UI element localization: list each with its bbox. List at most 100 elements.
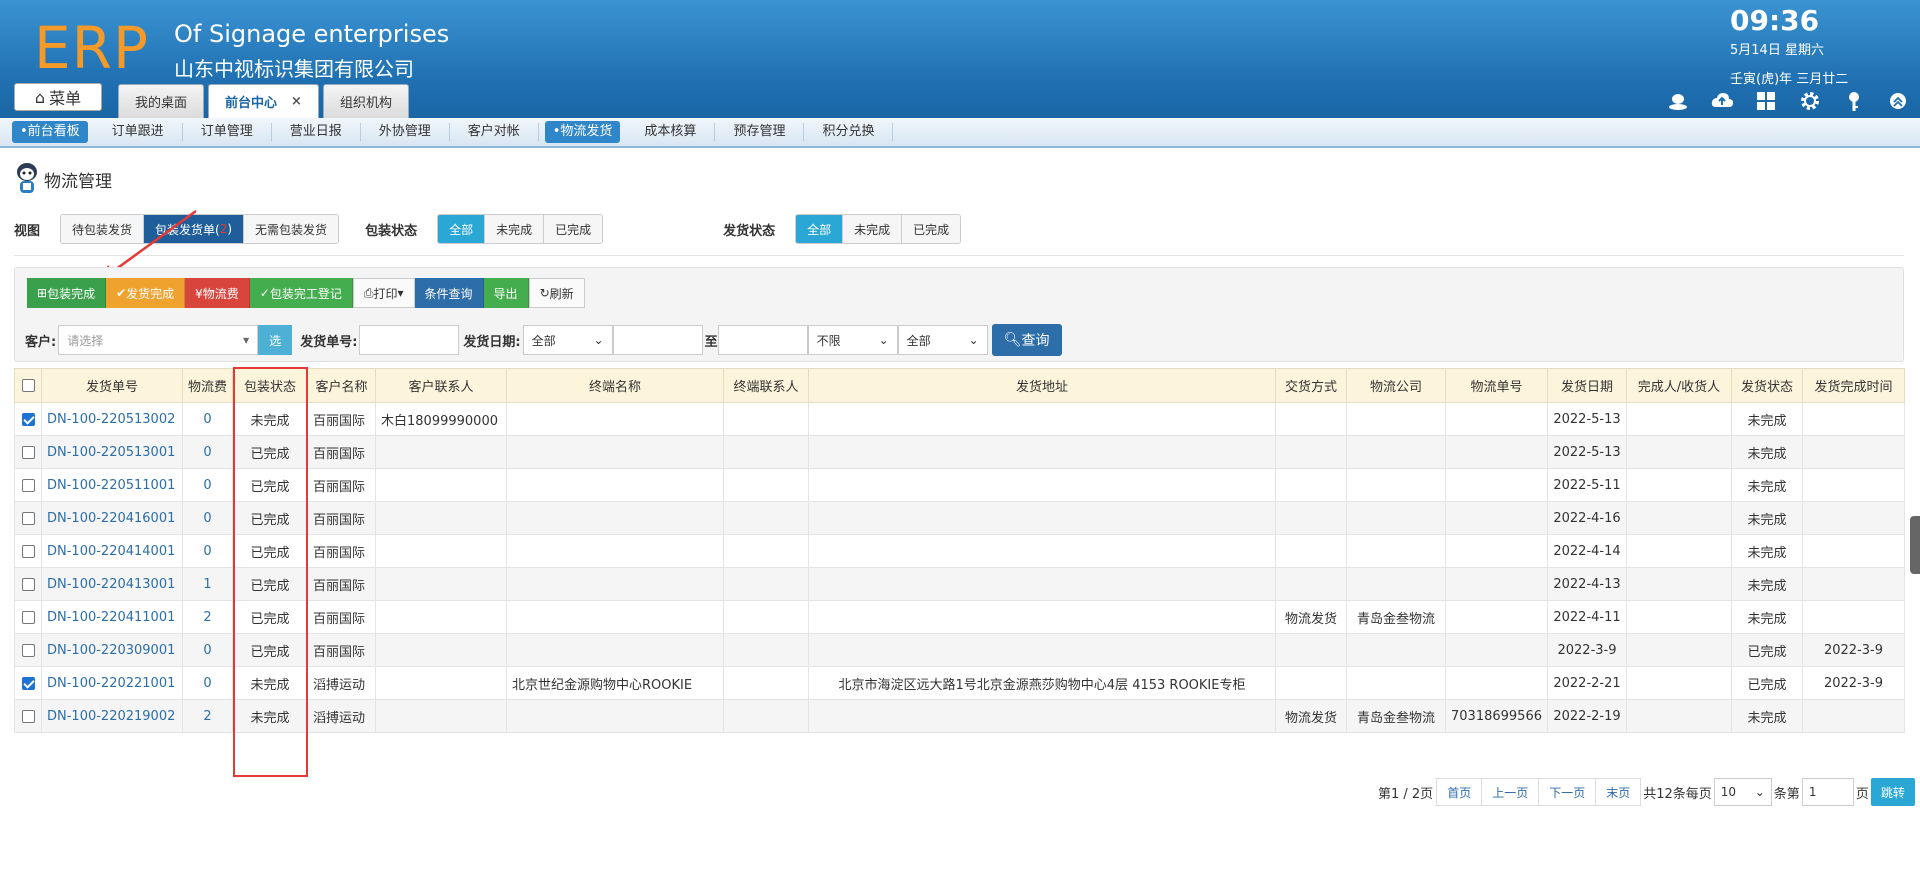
row-checkbox[interactable]: [21, 445, 35, 459]
cloud-upload-icon[interactable]: [1710, 90, 1734, 114]
cell-no[interactable]: DN-100-220219002: [41, 699, 183, 733]
cell-no[interactable]: DN-100-220413001: [41, 567, 183, 601]
all-select[interactable]: 全部 ⌄: [897, 325, 988, 355]
row-checkbox[interactable]: [21, 544, 35, 558]
col-customer[interactable]: 客户名称: [307, 368, 376, 403]
select-all-checkbox[interactable]: [21, 379, 35, 392]
date-from-input[interactable]: [612, 325, 703, 355]
subnav-cost[interactable]: 成本核算: [626, 123, 716, 141]
row-checkbox[interactable]: [21, 511, 35, 525]
row-checkbox-cell[interactable]: [14, 699, 42, 733]
key-icon[interactable]: [1842, 90, 1866, 114]
print-button[interactable]: ⎙ 打印 ▾: [352, 278, 415, 308]
col-date[interactable]: 发货日期: [1547, 368, 1627, 403]
cell-no[interactable]: DN-100-220511001: [41, 468, 183, 502]
row-checkbox-cell[interactable]: [14, 468, 42, 502]
cell-no[interactable]: DN-100-220309001: [41, 633, 183, 667]
customer-pick-button[interactable]: 选: [258, 325, 293, 355]
page-number-input[interactable]: 1: [1801, 778, 1854, 806]
cell-no[interactable]: DN-100-220513001: [41, 435, 183, 469]
row-checkbox[interactable]: [21, 478, 35, 492]
col-receiver[interactable]: 完成人/收货人: [1626, 368, 1732, 403]
row-checkbox[interactable]: [21, 709, 35, 723]
apps-icon[interactable]: [1754, 90, 1778, 114]
date-to-input[interactable]: [717, 325, 808, 355]
cell-no[interactable]: DN-100-220411001: [41, 600, 183, 634]
col-address[interactable]: 发货地址: [808, 368, 1276, 403]
col-order-no[interactable]: 发货单号: [41, 368, 183, 403]
col-fee[interactable]: 物流费: [182, 368, 233, 403]
last-page-button[interactable]: 末页: [1595, 778, 1642, 806]
subnav-outsourcing[interactable]: 外协管理: [361, 123, 450, 141]
first-page-button[interactable]: 首页: [1436, 778, 1483, 806]
query-button[interactable]: 🔍︎ 查询: [991, 324, 1062, 356]
cell-no[interactable]: DN-100-220221001: [41, 666, 183, 700]
cell-no[interactable]: DN-100-220414001: [41, 534, 183, 568]
pack-complete-button[interactable]: ⊞ 包装完成: [27, 278, 107, 308]
jump-button[interactable]: 跳转: [1870, 778, 1915, 806]
ship-complete-button[interactable]: ✔ 发货完成: [106, 278, 186, 308]
row-checkbox-cell[interactable]: [14, 567, 42, 601]
limit-select[interactable]: 不限 ⌄: [807, 325, 898, 355]
subnav-logistics[interactable]: •物流发货: [544, 121, 621, 143]
pack-status-complete[interactable]: 已完成: [544, 215, 603, 243]
row-checkbox-cell[interactable]: [14, 435, 42, 469]
subnav-daily-report[interactable]: 营业日报: [272, 123, 361, 141]
cell-no[interactable]: DN-100-220416001: [41, 501, 183, 535]
side-panel-handle[interactable]: [1910, 516, 1920, 574]
gear-icon[interactable]: [1798, 90, 1822, 114]
row-checkbox[interactable]: [21, 643, 35, 657]
close-icon[interactable]: ×: [291, 94, 302, 109]
refresh-button[interactable]: ↻ 刷新: [528, 278, 585, 308]
menu-button[interactable]: ⌂ 菜单: [14, 83, 102, 111]
subnav-prepaid[interactable]: 预存管理: [715, 123, 805, 141]
date-scope-select[interactable]: 全部 ⌄: [522, 325, 613, 355]
next-page-button[interactable]: 下一页: [1538, 778, 1597, 806]
row-checkbox-cell[interactable]: [14, 402, 42, 436]
view-no-pack[interactable]: 无需包装发货: [244, 215, 339, 243]
tab-organization[interactable]: 组织机构: [322, 84, 409, 118]
prev-page-button[interactable]: 上一页: [1481, 778, 1540, 806]
col-contact[interactable]: 客户联系人: [375, 368, 507, 403]
row-checkbox[interactable]: [21, 577, 35, 591]
col-company[interactable]: 物流公司: [1346, 368, 1446, 403]
customer-select[interactable]: 请选择 ▾: [58, 325, 259, 355]
subnav-points[interactable]: 积分兑换: [804, 123, 894, 141]
tab-my-desktop[interactable]: 我的桌面: [118, 84, 205, 118]
per-page-select[interactable]: 10 ⌄: [1713, 778, 1772, 806]
pack-register-button[interactable]: ✓ 包装完工登记: [249, 278, 353, 308]
cell-tcontact: [723, 402, 809, 436]
subnav-front-board[interactable]: •前台看板: [12, 121, 88, 143]
col-tracking[interactable]: 物流单号: [1445, 368, 1548, 403]
logistics-fee-button[interactable]: ¥物流费: [185, 278, 250, 308]
subnav-order-follow[interactable]: 订单跟进: [94, 123, 183, 141]
pack-status-incomplete[interactable]: 未完成: [485, 215, 545, 243]
row-checkbox-cell[interactable]: [14, 633, 42, 667]
row-checkbox-cell[interactable]: [14, 666, 42, 700]
row-checkbox[interactable]: [21, 676, 35, 690]
tab-front-center[interactable]: 前台中心 ×: [208, 84, 319, 118]
ship-status-incomplete[interactable]: 未完成: [843, 215, 903, 243]
col-terminal-contact[interactable]: 终端联系人: [723, 368, 809, 403]
row-checkbox-cell[interactable]: [14, 501, 42, 535]
col-done-time[interactable]: 发货完成时间: [1802, 368, 1905, 403]
row-checkbox-cell[interactable]: [14, 534, 42, 568]
col-ship-status[interactable]: 发货状态: [1731, 368, 1803, 403]
order-no-input[interactable]: [359, 325, 460, 355]
subnav-order-manage[interactable]: 订单管理: [183, 123, 272, 141]
row-checkbox[interactable]: [21, 610, 35, 624]
condition-query-button[interactable]: 条件查询: [414, 278, 484, 308]
select-all-cell[interactable]: [14, 368, 42, 403]
subnav-customer-reconcile[interactable]: 客户对帐: [450, 123, 539, 141]
col-terminal[interactable]: 终端名称: [506, 368, 724, 403]
pack-status-all[interactable]: 全部: [438, 215, 486, 243]
row-checkbox[interactable]: [21, 412, 35, 426]
ship-status-complete[interactable]: 已完成: [902, 215, 961, 243]
export-button[interactable]: 导出: [483, 278, 529, 308]
cell-no[interactable]: DN-100-220513002: [41, 402, 183, 436]
ship-status-all[interactable]: 全部: [796, 215, 844, 243]
user-icon[interactable]: [1666, 90, 1690, 114]
collapse-up-icon[interactable]: [1886, 90, 1910, 114]
col-delivery[interactable]: 交货方式: [1275, 368, 1347, 403]
row-checkbox-cell[interactable]: [14, 600, 42, 634]
